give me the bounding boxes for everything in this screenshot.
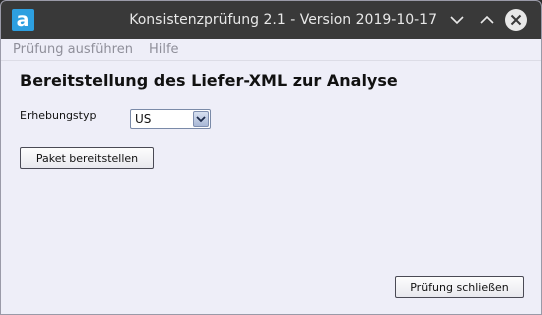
application-window: a Konsistenzprüfung 2.1 - Version 2019-1… <box>0 0 542 315</box>
chevron-up-icon <box>480 15 494 24</box>
pruefung-schliessen-button[interactable]: Prüfung schließen <box>395 276 524 298</box>
close-circle-icon <box>505 9 527 31</box>
app-logo-icon: a <box>12 9 34 31</box>
dropdown-arrow-icon <box>196 116 206 123</box>
chevron-down-icon <box>450 16 464 25</box>
erhebungstyp-label: Erhebungstyp <box>20 109 97 122</box>
erhebungstyp-selected-value: US <box>135 112 152 126</box>
close-window-button[interactable] <box>504 8 528 32</box>
app-logo-letter: a <box>16 9 30 31</box>
maximize-button[interactable] <box>475 8 499 32</box>
minimize-button[interactable] <box>445 8 469 32</box>
menu-pruefung-ausfuehren[interactable]: Prüfung ausführen <box>1 39 141 60</box>
title-bar[interactable]: a Konsistenzprüfung 2.1 - Version 2019-1… <box>1 1 541 39</box>
menu-hilfe[interactable]: Hilfe <box>141 39 187 60</box>
menu-bar: Prüfung ausführen Hilfe <box>1 39 541 61</box>
dropdown-button[interactable] <box>193 111 209 127</box>
page-heading: Bereitstellung des Liefer-XML zur Analys… <box>20 71 398 90</box>
paket-bereitstellen-button[interactable]: Paket bereitstellen <box>20 147 154 169</box>
erhebungstyp-select[interactable]: US <box>130 109 211 129</box>
window-title: Konsistenzprüfung 2.1 - Version 2019-10-… <box>129 12 437 28</box>
